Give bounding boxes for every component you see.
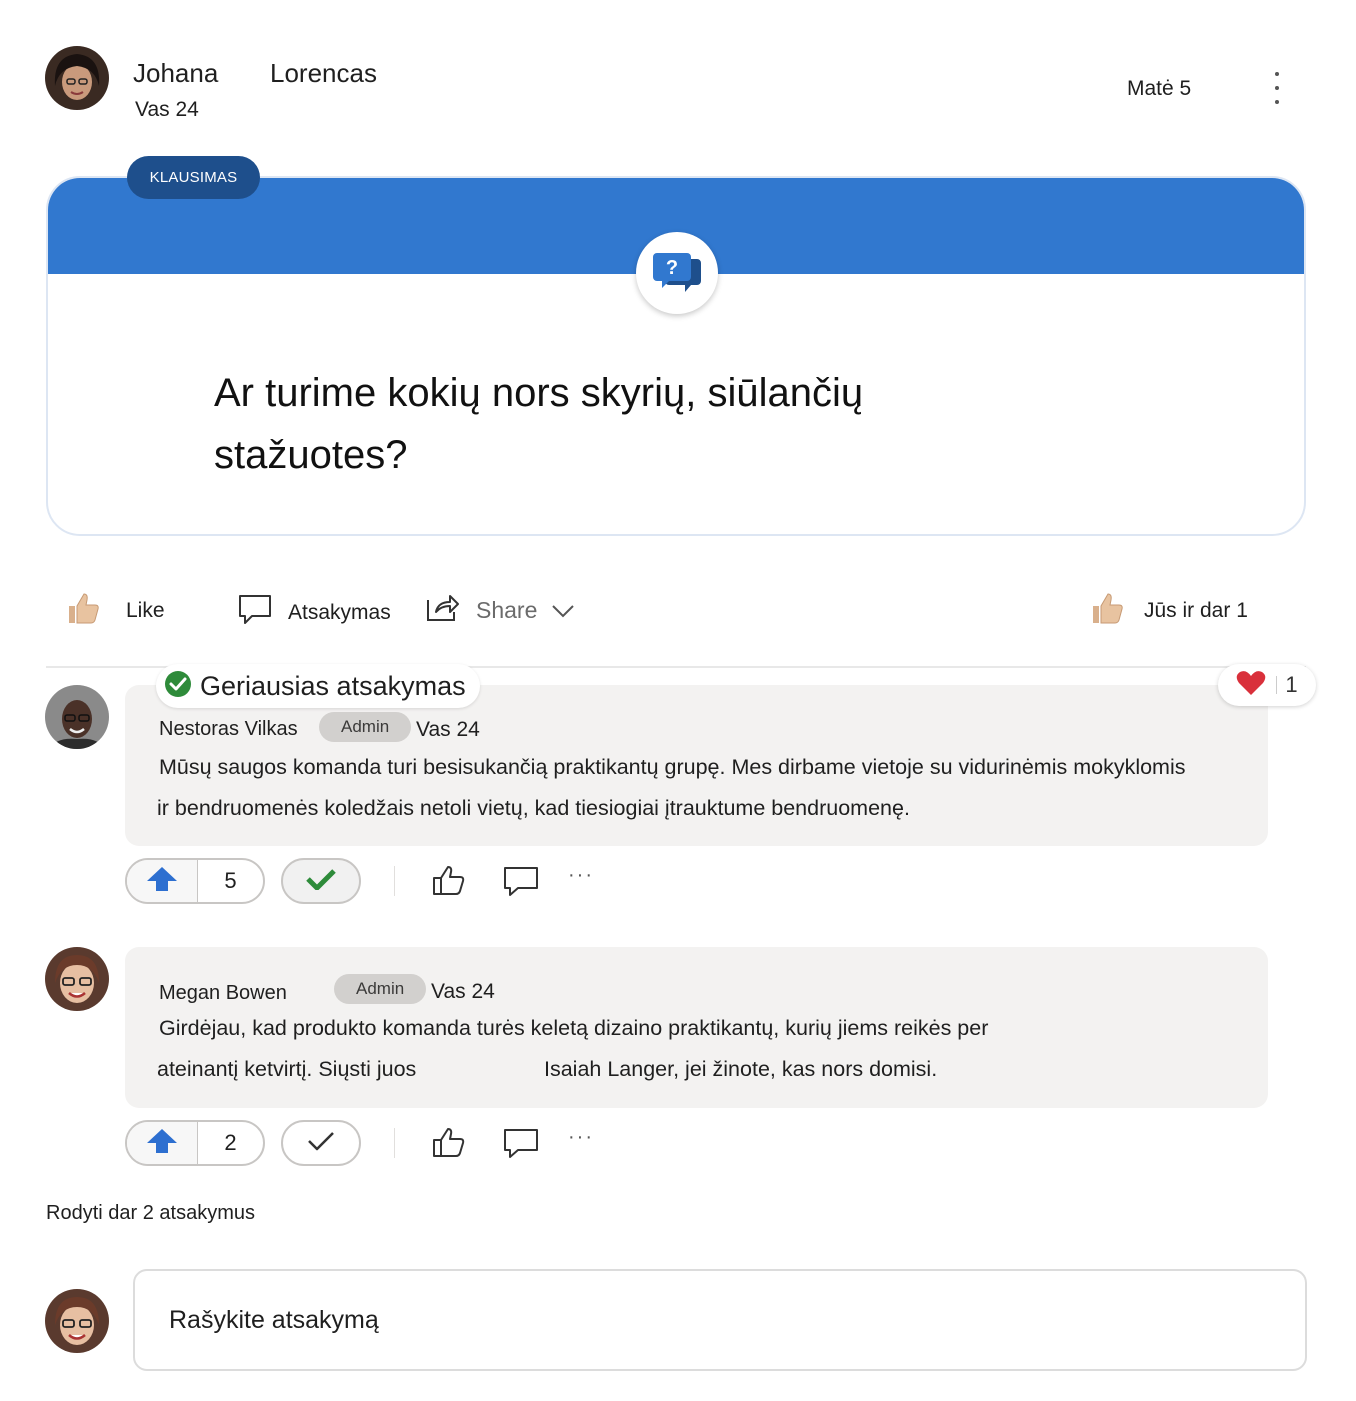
show-more-replies-link[interactable]: Rodyti dar 2 atsakymus — [46, 1202, 255, 1225]
checkmark-icon — [306, 868, 336, 895]
reply-button[interactable]: Atsakymas — [238, 594, 391, 632]
reaction-summary[interactable]: 1 — [1218, 664, 1316, 706]
like-label: Like — [126, 599, 165, 622]
reply-body-line: Mūsų saugos komanda turi besisukančią pr… — [159, 755, 1186, 779]
reply-author-name[interactable]: Nestoras Vilkas — [159, 718, 298, 741]
thumbs-up-icon — [1090, 590, 1126, 632]
reply-date: Vas 24 — [416, 718, 480, 741]
reply-body-line: Girdėjau, kad produkto komanda turės kel… — [159, 1016, 989, 1040]
checkmark-icon — [306, 1130, 336, 1157]
arrow-up-icon — [146, 866, 178, 897]
seen-count[interactable]: Matė 5 — [1127, 77, 1191, 101]
separator — [394, 866, 395, 896]
upvote-control: 2 — [125, 1120, 265, 1166]
reply-body-line: ateinantį ketvirtį. Siųsti juos — [157, 1057, 417, 1081]
reactors-summary[interactable]: Jūs ir dar 1 — [1090, 590, 1248, 632]
reply-comment-button[interactable] — [503, 866, 539, 903]
admin-badge: Admin — [334, 974, 427, 1004]
comment-icon — [503, 1128, 539, 1165]
chevron-down-icon[interactable] — [551, 597, 575, 624]
mention-text: Isaiah Langer, jei žinote, kas nors domi… — [544, 1057, 938, 1081]
like-button[interactable]: Like — [66, 590, 165, 632]
upvote-count: 2 — [224, 1130, 237, 1155]
upvote-button[interactable] — [127, 860, 198, 902]
share-button[interactable]: Share — [426, 592, 575, 628]
reply-date: Vas 24 — [431, 980, 495, 1003]
question-tag: KLAUSIMAS — [127, 156, 260, 199]
reply-author-avatar[interactable] — [45, 947, 109, 1011]
question-chat-icon: ? — [636, 232, 718, 314]
more-options-icon[interactable] — [1262, 70, 1292, 106]
thumbs-up-icon — [432, 864, 468, 901]
reply-like-button[interactable] — [432, 1126, 468, 1163]
best-answer-badge: Geriausias atsakymas — [156, 664, 480, 708]
comment-icon — [503, 866, 539, 903]
share-icon — [426, 592, 460, 628]
more-icon[interactable]: ··· — [568, 864, 594, 887]
upvote-control: 5 — [125, 858, 265, 904]
more-icon[interactable]: ··· — [568, 1126, 594, 1149]
reactors-label: Jūs ir dar 1 — [1144, 599, 1248, 622]
reply-like-button[interactable] — [432, 864, 468, 901]
svg-text:?: ? — [666, 257, 678, 279]
post-date: Vas 24 — [135, 98, 199, 121]
author-last-name[interactable]: Lorencas — [270, 58, 377, 89]
accept-answer-button[interactable] — [281, 858, 361, 904]
reply-body-line: ir bendruomenės koledžais netoli vietų, … — [157, 796, 910, 820]
accept-answer-button[interactable] — [281, 1120, 361, 1166]
question-text: Ar turime kokių nors skyrių, siūlančių s… — [214, 371, 864, 477]
share-label: Share — [476, 596, 538, 623]
reply-composer[interactable] — [133, 1269, 1307, 1371]
reply-comment-button[interactable] — [503, 1128, 539, 1165]
author-first-name[interactable]: Johana — [133, 58, 218, 89]
upvote-count: 5 — [224, 868, 237, 893]
upvote-button[interactable] — [127, 1122, 198, 1164]
thumbs-up-icon — [66, 590, 102, 632]
thumbs-up-icon — [432, 1126, 468, 1163]
reaction-count: 1 — [1285, 672, 1298, 697]
comment-icon — [238, 594, 272, 632]
check-circle-icon — [164, 670, 192, 703]
reply-author-avatar[interactable] — [45, 685, 109, 749]
best-answer-label: Geriausias atsakymas — [200, 670, 466, 701]
arrow-up-icon — [146, 1128, 178, 1159]
current-user-avatar — [45, 1289, 109, 1353]
admin-badge: Admin — [319, 712, 412, 742]
heart-icon — [1236, 670, 1266, 701]
separator — [394, 1128, 395, 1158]
reply-author-name[interactable]: Megan Bowen — [159, 982, 287, 1005]
reply-label: Atsakymas — [288, 601, 391, 624]
reply-input[interactable] — [167, 1299, 1271, 1341]
author-avatar[interactable] — [45, 46, 109, 110]
